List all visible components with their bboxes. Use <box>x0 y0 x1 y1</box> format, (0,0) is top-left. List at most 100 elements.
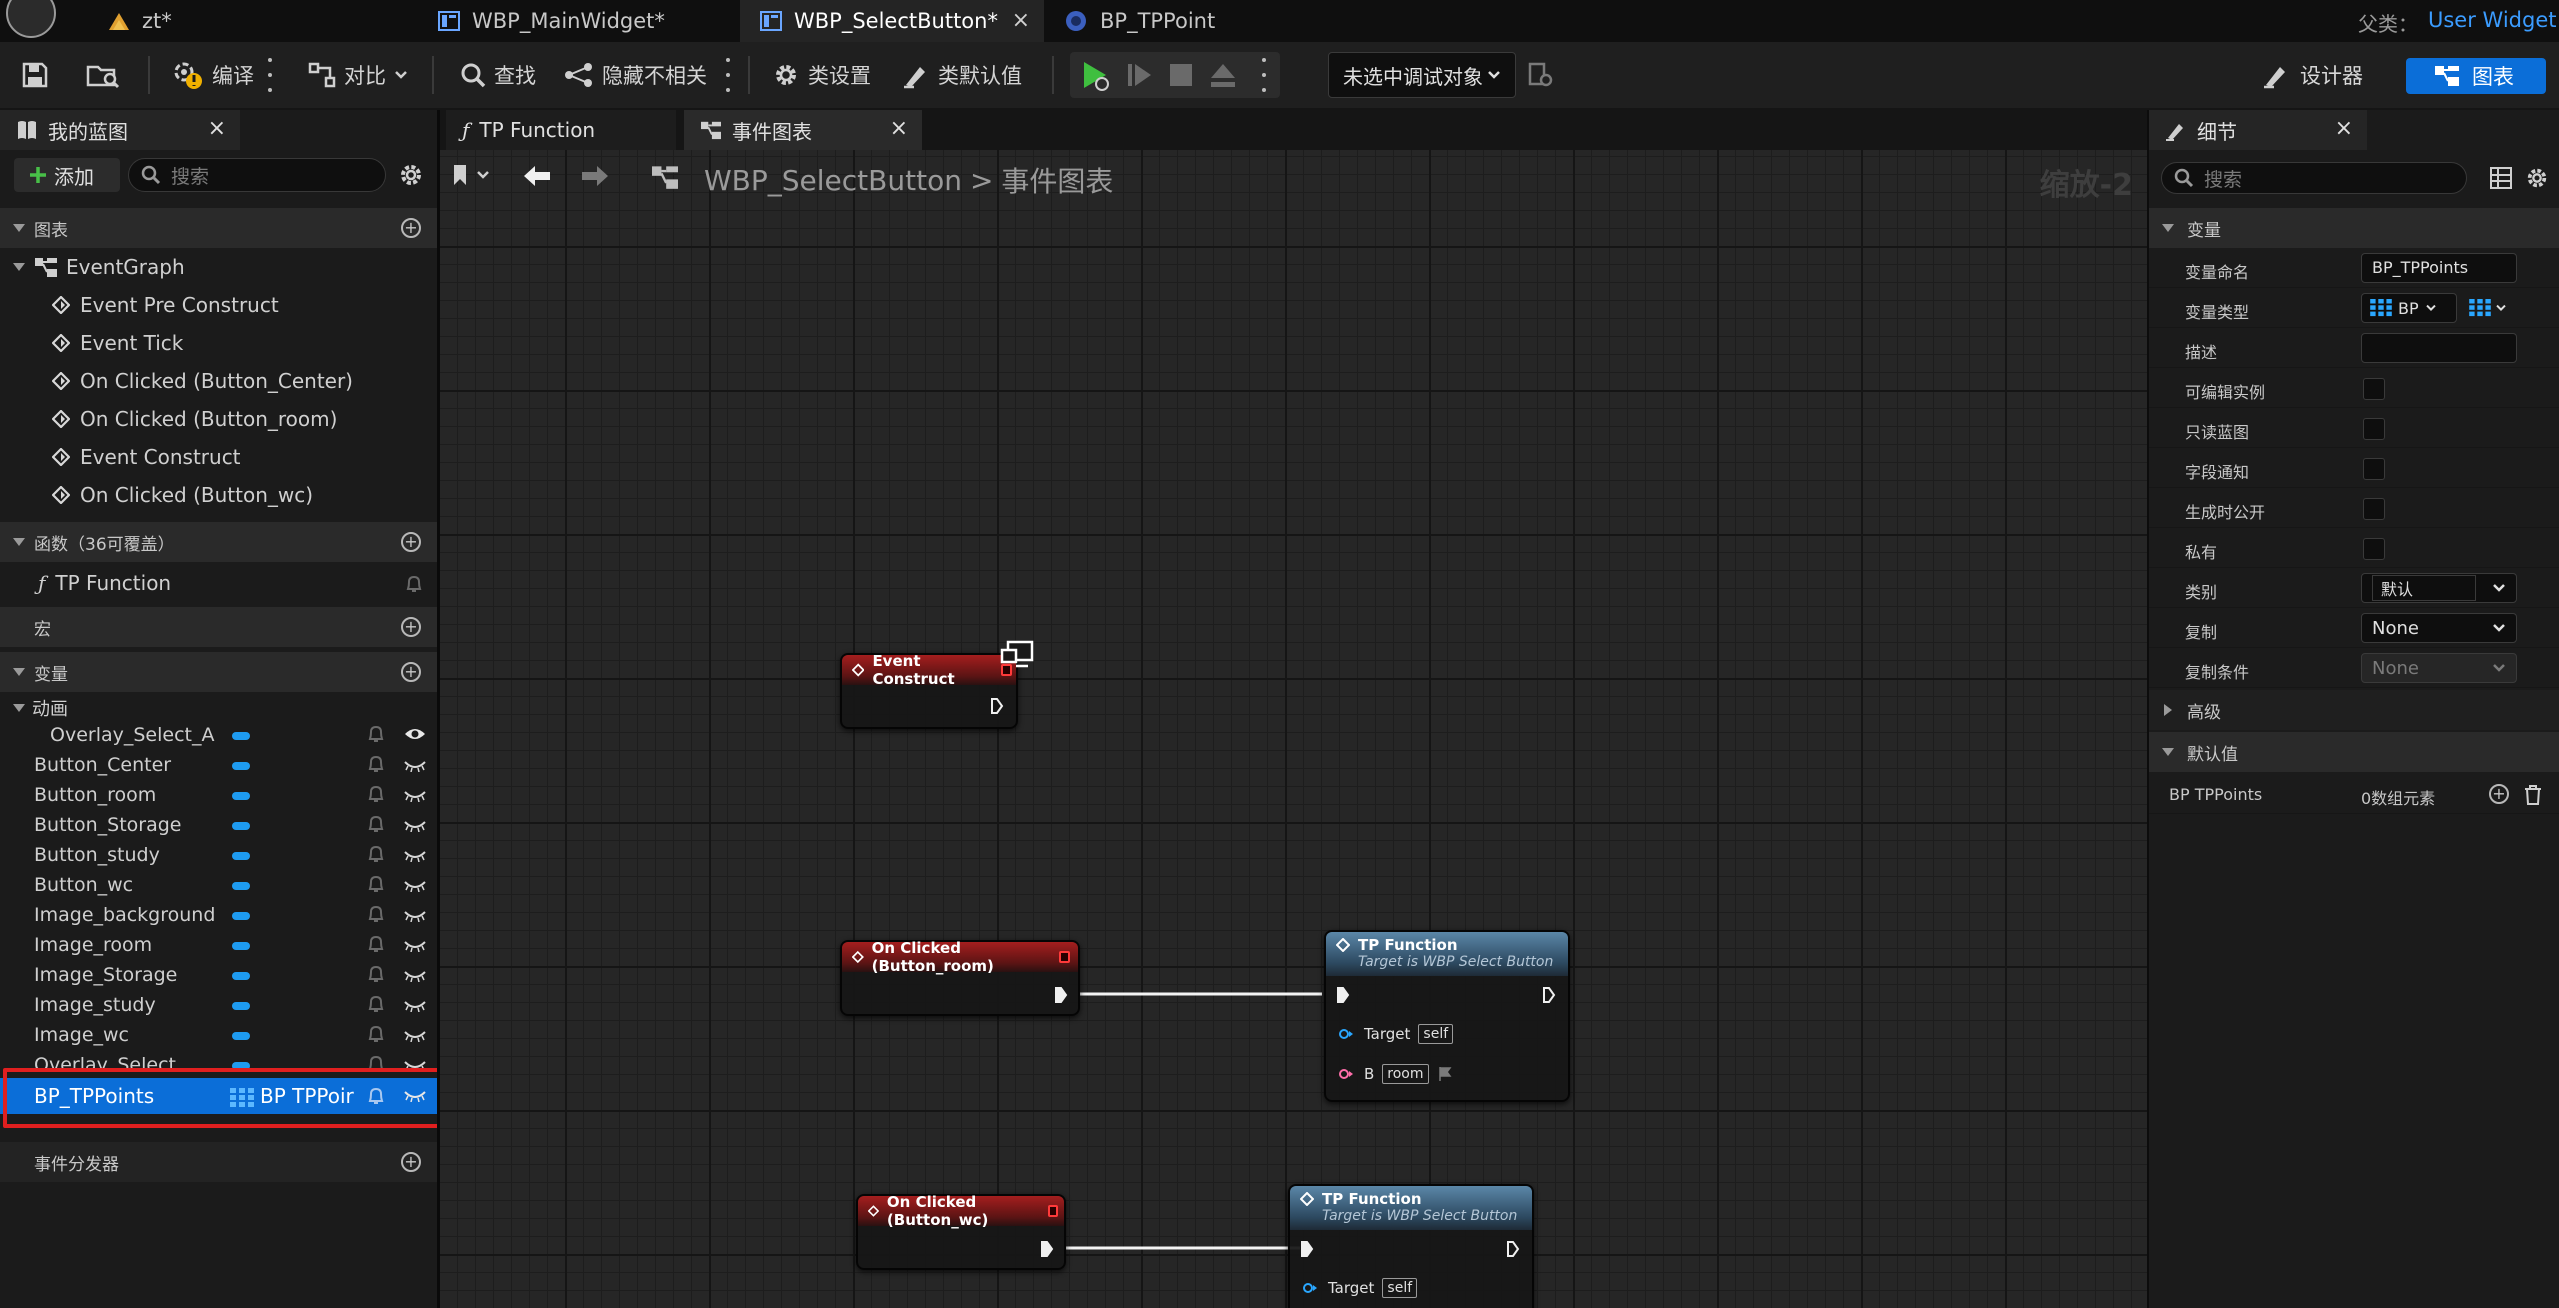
doc-tab-zt[interactable]: zt* <box>88 0 418 42</box>
eye-closed-icon[interactable] <box>404 880 426 892</box>
exec-out-pin[interactable] <box>1040 1240 1054 1258</box>
bell-icon[interactable] <box>366 1054 386 1068</box>
variable-row[interactable]: Button_Center <box>0 750 437 780</box>
field-notify-checkbox[interactable] <box>2363 458 2385 480</box>
eye-closed-icon[interactable] <box>404 760 426 772</box>
variable-row[interactable]: Button_room <box>0 780 437 810</box>
doc-tab-wbp-selectbutton[interactable]: WBP_SelectButton* × <box>740 0 1044 42</box>
private-checkbox[interactable] <box>2363 538 2385 560</box>
doc-tab-wbp-mainwidget[interactable]: WBP_MainWidget* <box>418 0 740 42</box>
target-pin-value[interactable]: self <box>1418 1024 1454 1044</box>
add-array-element-icon[interactable]: + <box>2489 784 2509 804</box>
resume-button[interactable] <box>1124 54 1154 96</box>
bell-icon[interactable] <box>366 1024 386 1044</box>
add-button[interactable]: 添加 <box>14 158 120 192</box>
event-item[interactable]: Event Pre Construct <box>52 288 279 322</box>
graph-mode-button[interactable]: 图表 <box>2406 58 2546 94</box>
browse-button[interactable] <box>86 54 120 96</box>
bell-icon[interactable] <box>366 724 386 744</box>
functions-section-header[interactable]: 函数（36可覆盖） + <box>0 522 437 562</box>
anim-category[interactable]: 动画 <box>12 694 68 722</box>
replication-condition-dropdown[interactable]: None <box>2361 653 2517 683</box>
bell-icon[interactable] <box>404 574 424 594</box>
variable-row[interactable]: Button_wc <box>0 870 437 900</box>
exec-out-pin[interactable] <box>1054 986 1068 1004</box>
category-combo[interactable]: 默认 <box>2361 573 2517 603</box>
compile-button[interactable]: 编译 <box>170 54 254 96</box>
add-variable-icon[interactable]: + <box>401 662 421 682</box>
bell-icon[interactable] <box>366 754 386 774</box>
bell-icon[interactable] <box>366 964 386 984</box>
bell-icon[interactable] <box>366 994 386 1014</box>
exec-out-pin[interactable] <box>990 697 1004 715</box>
details-tab[interactable]: 细节 × <box>2149 110 2367 150</box>
target-pin-row[interactable]: Target self <box>1338 1024 1454 1044</box>
graphs-section-header[interactable]: 图表 + <box>0 208 437 248</box>
variable-row[interactable]: Image_room <box>0 930 437 960</box>
hide-unrelated-button[interactable]: 隐藏不相关 <box>564 54 707 96</box>
delegate-pin[interactable] <box>1047 1205 1058 1217</box>
tp-function-node-2[interactable]: TP Function Target is WBP Select Button … <box>1288 1184 1534 1308</box>
eye-closed-icon[interactable] <box>404 1000 426 1012</box>
my-blueprint-tab[interactable]: 我的蓝图 × <box>0 110 240 150</box>
event-item[interactable]: On Clicked (Button_wc) <box>52 478 313 512</box>
macros-section-header[interactable]: 宏 + <box>0 607 437 647</box>
event-construct-node[interactable]: Event Construct <box>840 652 1018 729</box>
variable-row[interactable]: Button_Storage <box>0 810 437 840</box>
target-pin-value[interactable]: self <box>1382 1278 1418 1298</box>
bell-icon[interactable] <box>366 874 386 894</box>
doc-tab-bp-tppoint[interactable]: BP_TPPoint <box>1044 0 1344 42</box>
debug-target-dropdown[interactable]: 未选中调试对象 <box>1328 52 1516 98</box>
variable-row[interactable]: Button_study <box>0 840 437 870</box>
details-search-input[interactable]: 搜索 <box>2161 162 2467 194</box>
close-tab-icon[interactable]: × <box>1012 8 1030 33</box>
event-item[interactable]: On Clicked (Button_room) <box>52 402 337 436</box>
play-options-menu[interactable] <box>1262 58 1266 92</box>
container-type-dropdown[interactable] <box>2465 293 2517 323</box>
exec-out-pin[interactable] <box>1506 1240 1520 1258</box>
eye-closed-icon[interactable] <box>404 1060 426 1068</box>
event-dispatchers-section-header[interactable]: 事件分发器 + <box>0 1142 437 1182</box>
bell-icon[interactable] <box>366 934 386 954</box>
bell-icon[interactable] <box>366 844 386 864</box>
parent-class-link[interactable]: User Widget <box>2428 8 2557 32</box>
variable-row[interactable]: Image_wc <box>0 1020 437 1050</box>
variable-name-input[interactable]: BP_TPPoints <box>2361 253 2517 283</box>
variable-row[interactable]: Overlay_Select <box>0 1050 437 1068</box>
event-item[interactable]: On Clicked (Button_Center) <box>52 364 353 398</box>
instance-editable-checkbox[interactable] <box>2363 378 2385 400</box>
save-button[interactable] <box>22 54 48 96</box>
close-tab-icon[interactable]: × <box>890 116 908 141</box>
eye-closed-icon[interactable] <box>404 910 426 922</box>
event-graph-item[interactable]: EventGraph <box>12 250 185 284</box>
add-graph-icon[interactable]: + <box>401 218 421 238</box>
variable-section-header[interactable]: 变量 <box>2149 208 2559 248</box>
add-macro-icon[interactable]: + <box>401 617 421 637</box>
eye-closed-icon[interactable] <box>404 940 426 952</box>
b-pin-row[interactable]: B room <box>1338 1064 1453 1084</box>
b-pin-value[interactable]: room <box>1382 1064 1429 1084</box>
bell-icon[interactable] <box>366 904 386 924</box>
blueprint-readonly-checkbox[interactable] <box>2363 418 2385 440</box>
close-tab-icon[interactable]: × <box>2335 116 2353 141</box>
compile-options-menu[interactable] <box>268 58 272 92</box>
unreal-logo-icon[interactable] <box>6 0 56 38</box>
eye-closed-icon[interactable] <box>404 790 426 802</box>
tp-function-node-1[interactable]: TP Function Target is WBP Select Button … <box>1324 930 1570 1102</box>
replication-dropdown[interactable]: None <box>2361 613 2517 643</box>
exec-in-pin[interactable] <box>1300 1240 1314 1258</box>
eye-closed-icon[interactable] <box>404 1030 426 1042</box>
variables-section-header[interactable]: 变量 + <box>0 652 437 692</box>
eye-closed-icon[interactable] <box>404 820 426 832</box>
class-defaults-button[interactable]: 类默认值 <box>902 54 1022 96</box>
target-pin-row[interactable]: Target self <box>1302 1278 1418 1298</box>
eject-button[interactable] <box>1208 54 1238 96</box>
add-dispatcher-icon[interactable]: + <box>401 1152 421 1172</box>
advanced-section-header[interactable]: 高级 <box>2149 690 2559 730</box>
variable-row[interactable]: Image_Storage <box>0 960 437 990</box>
bell-icon[interactable] <box>366 784 386 804</box>
simulate-button[interactable] <box>1078 54 1112 96</box>
search-input[interactable]: 搜索 <box>128 158 386 192</box>
eye-closed-icon[interactable] <box>404 850 426 862</box>
variable-type-dropdown[interactable]: BP <box>2361 293 2457 323</box>
